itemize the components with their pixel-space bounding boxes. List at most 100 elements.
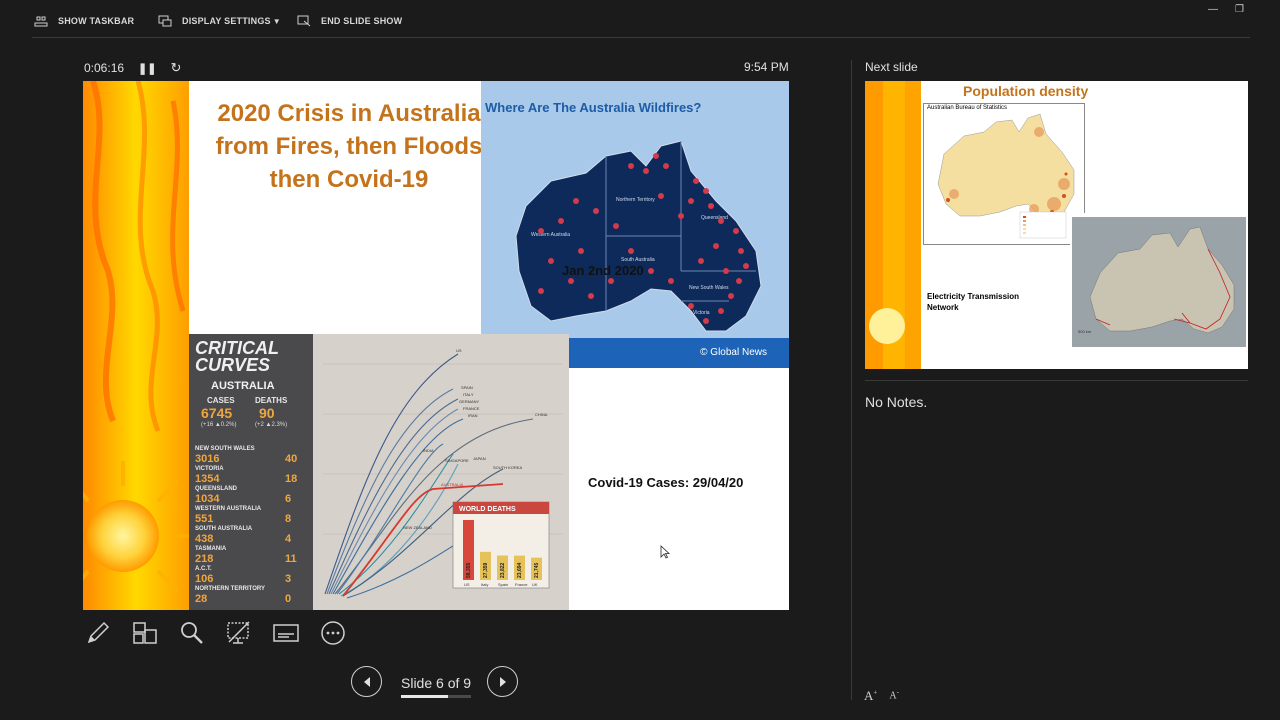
wildfire-map: Where Are The Australia Wildfires? Weste…: [481, 81, 789, 368]
show-taskbar-label: SHOW TASKBAR: [58, 16, 135, 26]
state-name: NEW SOUTH WALES: [195, 446, 255, 452]
display-settings-button[interactable]: DISPLAY SETTINGS ▼: [158, 10, 281, 32]
see-all-slides-icon[interactable]: [131, 618, 159, 648]
world-deaths-value: 23,694: [517, 562, 523, 578]
triangle-right-icon: [499, 676, 506, 687]
slide-progress-fill: [401, 695, 448, 698]
total-cases: 6745: [201, 405, 233, 421]
show-taskbar-button[interactable]: SHOW TASKBAR: [34, 10, 134, 32]
end-slide-show-label: END SLIDE SHOW: [321, 16, 403, 26]
curve-label: CHINA: [535, 412, 548, 417]
subtitles-icon[interactable]: [272, 618, 300, 648]
map-region-label: Victoria: [693, 310, 710, 316]
world-deaths-country: US: [464, 582, 470, 587]
toolbar-divider: [32, 37, 1250, 38]
svg-text:500 km: 500 km: [1078, 329, 1092, 334]
pause-icon[interactable]: ❚❚: [138, 62, 156, 75]
state-deaths: 4: [285, 533, 292, 545]
credit-bar: © Global News: [568, 338, 789, 368]
restore-icon[interactable]: ❐: [1235, 4, 1244, 15]
mouse-cursor-icon: [660, 545, 670, 559]
chevron-down-icon: ▼: [272, 16, 281, 26]
covid-caption: Covid-19 Cases: 29/04/20: [588, 475, 744, 490]
map-region-label: New South Wales: [689, 285, 729, 291]
australia-map: Western Australia Northern Territory Sou…: [515, 140, 762, 351]
world-deaths-country: France: [515, 582, 528, 587]
electricity-network-map: 500 km: [1070, 213, 1248, 369]
curve-label: NEW ZEALAND: [403, 525, 432, 530]
triangle-left-icon: [363, 676, 370, 687]
speaker-notes: No Notes.: [865, 394, 928, 410]
state-name: QUEENSLAND: [195, 486, 238, 492]
display-settings-icon: [158, 15, 172, 27]
slide-navigation: Slide 6 of 9: [350, 666, 522, 700]
font-increase-icon[interactable]: A+: [864, 688, 877, 704]
curve-label: JAPAN: [473, 456, 486, 461]
world-deaths-value: 23,822: [500, 562, 506, 578]
curve-label: GERMANY: [459, 399, 480, 404]
state-name: TASMANIA: [195, 546, 227, 552]
world-deaths-title: WORLD DEATHS: [459, 506, 516, 513]
curve-label: ITALY: [463, 392, 474, 397]
state-deaths: 0: [285, 593, 292, 605]
state-name: VICTORIA: [195, 466, 224, 472]
cases-label: CASES: [207, 396, 235, 405]
state-cases: 551: [195, 513, 214, 525]
state-cases: 218: [195, 553, 214, 565]
curve-label: US: [456, 348, 462, 353]
next-slide-button[interactable]: [487, 666, 518, 697]
end-show-icon: [297, 15, 311, 27]
pen-icon[interactable]: [84, 618, 112, 648]
map-region-label: Northern Territory: [616, 197, 655, 203]
state-cases: 106: [195, 573, 214, 585]
font-decrease-icon[interactable]: A-: [889, 688, 899, 704]
state-deaths: 6: [285, 493, 292, 505]
world-deaths-country: Spain: [498, 582, 508, 587]
world-deaths-inset: WORLD DEATHS 58,355 US 27,359 Italy 23,822 Sp…: [452, 501, 550, 589]
state-cases: 438: [195, 533, 214, 545]
zoom-icon[interactable]: [178, 618, 206, 648]
population-density-map: Australian Bureau of Statistics: [923, 103, 1085, 245]
state-cases: 1354: [195, 473, 220, 485]
curve-label: SPAIN: [461, 385, 473, 390]
presenter-tools: [84, 618, 347, 648]
presenter-toolbar: SHOW TASKBAR DISPLAY SETTINGS ▼ END SLID…: [0, 0, 1280, 40]
state-cases: 1034: [195, 493, 220, 505]
map-region-label: Western Australia: [531, 232, 570, 238]
state-deaths: 18: [285, 473, 298, 485]
next-slide-thumbnail[interactable]: Population density Australian Bureau of …: [865, 81, 1248, 369]
slide-title-line-1: 2020 Crisis in Australia: [217, 100, 481, 127]
end-slide-show-button[interactable]: END SLIDE SHOW: [297, 10, 402, 32]
sun-flame-decoration: [865, 81, 921, 369]
world-deaths-country: UK: [532, 582, 538, 587]
previous-slide-button[interactable]: [351, 666, 382, 697]
current-slide[interactable]: 2020 Crisis in Australia from Fires, the…: [83, 81, 789, 610]
slide-timer: 0:06:16 ❚❚ ↻: [84, 60, 181, 76]
next-slide-label: Next slide: [865, 60, 918, 74]
deaths-change: (+2 ▲2.3%): [255, 422, 288, 428]
headline-line-2: CURVES: [195, 355, 271, 375]
state-name: A.C.T.: [195, 566, 212, 572]
state-name: WESTERN AUSTRALIA: [195, 506, 262, 512]
minimize-icon[interactable]: —: [1208, 4, 1218, 15]
curve-label: IRAN: [468, 413, 478, 418]
curves-chart: US SPAIN ITALY GERMANY FRANCE IRAN CHINA…: [313, 334, 569, 610]
state-cases: 28: [195, 593, 208, 605]
map-region-label: Queensland: [701, 215, 728, 221]
display-settings-label: DISPLAY SETTINGS: [182, 16, 271, 26]
black-screen-icon[interactable]: [225, 618, 253, 648]
curve-label: FRANCE: [463, 406, 480, 411]
state-name: NORTHERN TERRITORY: [195, 586, 266, 592]
font-size-controls: A+ A-: [864, 688, 899, 704]
map-credit: © Global News: [700, 347, 767, 358]
state-name: SOUTH AUSTRALIA: [195, 526, 253, 532]
state-deaths: 11: [285, 553, 297, 565]
reset-timer-icon[interactable]: ↻: [170, 60, 181, 76]
electricity-label: Electricity Transmission Network: [927, 292, 1020, 312]
world-deaths-value: 58,355: [466, 562, 472, 578]
pane-divider[interactable]: [851, 60, 852, 700]
more-options-icon[interactable]: [319, 618, 347, 648]
slide-counter[interactable]: Slide 6 of 9: [401, 675, 471, 691]
country-name: AUSTRALIA: [211, 380, 275, 392]
world-deaths-value: 21,745: [534, 562, 540, 578]
